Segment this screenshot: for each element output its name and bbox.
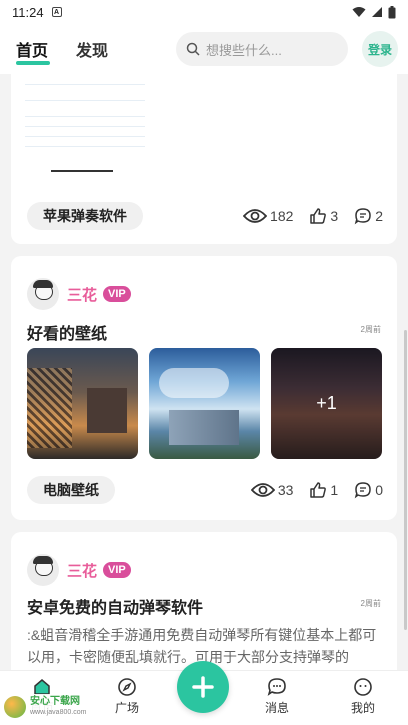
comment-button[interactable]: 2 — [354, 207, 383, 225]
post-thumbnail[interactable] — [25, 74, 145, 184]
post-footer: 苹果弹奏软件 182 3 2 — [27, 202, 383, 230]
post-stats: 182 3 2 — [227, 207, 383, 225]
post-title[interactable]: 安卓免费的自动弹琴软件 — [27, 594, 203, 618]
post-title[interactable]: 好看的壁纸 — [27, 320, 107, 344]
post-time: 2周前 — [360, 599, 381, 608]
wifi-icon — [352, 7, 366, 17]
nav-messages-label: 消息 — [264, 701, 289, 715]
search-placeholder: 想搜些什么... — [206, 42, 282, 58]
nav-profile[interactable]: 我的 — [333, 677, 393, 716]
notification-icon: A — [51, 7, 62, 17]
post-tag[interactable]: 苹果弹奏软件 — [27, 202, 143, 230]
author-name[interactable]: 三花 — [67, 284, 97, 305]
watermark-brand: 安心下载网 — [30, 696, 80, 707]
watermark: 安心下载网 www.java800.com — [4, 694, 104, 720]
post-tag[interactable]: 电脑壁纸 — [27, 476, 115, 504]
eye-icon — [250, 483, 275, 497]
author-name[interactable]: 三花 — [67, 560, 97, 581]
nav-messages[interactable]: 消息 — [247, 677, 307, 716]
status-bar: 11:24 A — [0, 0, 408, 24]
login-button[interactable]: 登录 — [362, 31, 398, 67]
post-author[interactable]: 三花 VIP — [27, 278, 131, 310]
search-icon — [186, 42, 200, 56]
post-image[interactable] — [149, 348, 260, 459]
views-count: 33 — [277, 482, 294, 498]
more-images-overlay[interactable]: +1 — [271, 348, 382, 459]
post-card[interactable]: 苹果弹奏软件 182 3 2 — [11, 74, 397, 244]
views-stat: 182 — [243, 208, 293, 224]
post-card[interactable]: 三花 VIP 好看的壁纸 2周前 +1 电脑壁纸 33 1 0 — [11, 256, 397, 520]
post-feed[interactable]: 苹果弹奏软件 182 3 2 三花 VIP 好看的壁纸 2周前 +1 电脑壁纸 … — [0, 74, 408, 670]
post-images: +1 — [27, 348, 382, 459]
watermark-logo-icon — [4, 696, 26, 718]
vip-badge: VIP — [103, 286, 131, 302]
avatar[interactable] — [27, 554, 59, 586]
eye-icon — [243, 209, 268, 223]
post-time: 2周前 — [360, 325, 381, 334]
thumbs-up-icon — [310, 208, 327, 224]
watermark-url: www.java800.com — [30, 709, 87, 716]
likes-count: 3 — [330, 208, 339, 224]
comments-count: 0 — [375, 482, 383, 498]
post-stats: 33 1 0 — [235, 481, 383, 499]
views-count: 182 — [270, 208, 294, 224]
profile-icon — [354, 678, 372, 696]
message-icon — [267, 678, 286, 696]
avatar[interactable] — [27, 278, 59, 310]
like-button[interactable]: 3 — [309, 207, 338, 225]
search-input[interactable]: 想搜些什么... — [176, 32, 348, 66]
comments-count: 2 — [375, 208, 383, 224]
post-image[interactable]: +1 — [271, 348, 382, 459]
scrollbar[interactable] — [404, 330, 407, 630]
status-time: 11:24 — [12, 4, 44, 20]
tab-home[interactable]: 首页 — [16, 37, 51, 65]
compass-icon — [118, 678, 136, 696]
nav-square-label: 广场 — [114, 701, 139, 715]
post-image[interactable] — [27, 348, 138, 459]
post-author[interactable]: 三花 VIP — [27, 554, 131, 586]
post-footer: 电脑壁纸 33 1 0 — [27, 476, 383, 504]
post-card[interactable]: 三花 VIP 安卓免费的自动弹琴软件 2周前 :&蛆音滑稽全手游通用免费自动弹琴… — [11, 532, 397, 670]
comment-icon — [354, 482, 371, 499]
comment-icon — [354, 208, 371, 225]
battery-icon — [388, 5, 396, 18]
likes-count: 1 — [330, 482, 339, 498]
like-button[interactable]: 1 — [309, 481, 338, 499]
thumbs-up-icon — [310, 482, 327, 498]
tab-discover[interactable]: 发现 — [76, 37, 108, 61]
signal-icon — [372, 7, 382, 17]
vip-badge: VIP — [103, 562, 131, 578]
top-header: 首页 发现 想搜些什么... 登录 — [0, 24, 408, 74]
nav-square[interactable]: 广场 — [97, 677, 157, 716]
comment-button[interactable]: 0 — [354, 481, 383, 499]
plus-icon — [192, 676, 214, 698]
nav-profile-label: 我的 — [350, 701, 375, 715]
views-stat: 33 — [250, 482, 294, 498]
create-post-button[interactable] — [177, 661, 229, 713]
